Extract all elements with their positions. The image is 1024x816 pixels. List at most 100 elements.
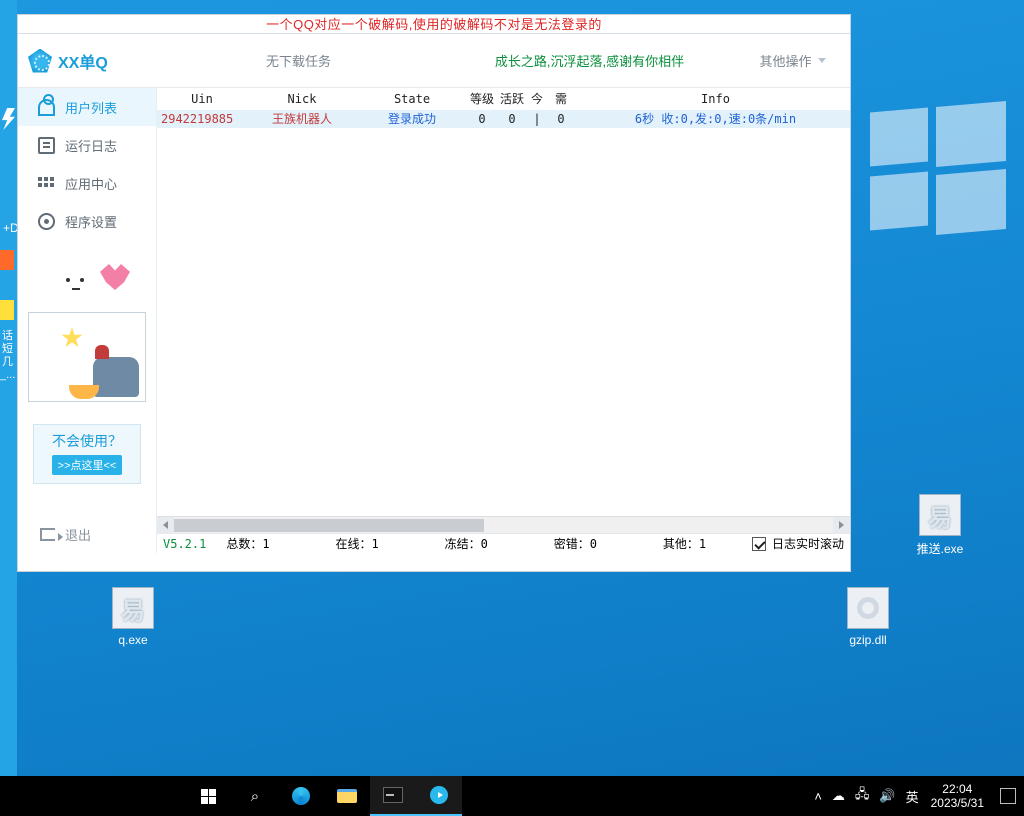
- cell-uin: 2942219885: [157, 110, 247, 128]
- sidebar-item-app-center[interactable]: 应用中心: [18, 164, 156, 202]
- app-logo-icon: [28, 49, 52, 73]
- tray-network-icon[interactable]: 🖧: [855, 785, 870, 807]
- th-today[interactable]: 今: [527, 88, 547, 110]
- folder-icon: [337, 789, 357, 803]
- status-online: 在线：1: [315, 535, 424, 552]
- lightning-icon: [2, 108, 15, 130]
- table-row[interactable]: 2942219885 王族机器人 登录成功 0 0 | 0 6秒 收:0,发:0…: [157, 110, 850, 128]
- other-ops-dropdown[interactable]: 其他操作: [735, 51, 850, 70]
- realtime-scroll-label: 日志实时滚动: [772, 535, 844, 552]
- status-frozen: 冻结：0: [425, 535, 534, 552]
- help-question: 不会使用？: [34, 431, 140, 451]
- scroll-track[interactable]: [174, 517, 833, 534]
- edge-icon: [292, 787, 310, 805]
- gear-icon: [38, 213, 55, 230]
- sidebar-item-run-log[interactable]: 运行日志: [18, 126, 156, 164]
- taskbar-edge[interactable]: [278, 776, 324, 816]
- scroll-thumb[interactable]: [174, 519, 484, 532]
- status-other: 其他：1: [643, 535, 752, 552]
- mascot-heart-icon: [54, 258, 112, 304]
- log-icon: [38, 137, 55, 154]
- tray-ime[interactable]: 英: [906, 787, 919, 806]
- th-info[interactable]: Info: [575, 88, 850, 110]
- mascot-box-icon: [28, 312, 146, 402]
- realtime-scroll-checkbox[interactable]: [752, 537, 766, 551]
- cell-today: |: [527, 110, 547, 128]
- th-nick[interactable]: Nick: [247, 88, 357, 110]
- th-active[interactable]: 活跃: [497, 88, 527, 110]
- exit-button[interactable]: 退出: [18, 516, 157, 553]
- title-mid-right: 成长之路,沉浮起落,感谢有你相伴: [444, 51, 735, 70]
- desktop-icon-label: q.exe: [103, 633, 163, 647]
- system-tray[interactable]: ˄ ☁ 🖧 🔊 英: [810, 785, 922, 807]
- brand: XX单Q: [18, 49, 153, 73]
- taskbar-search-icon[interactable]: ⌕: [232, 776, 278, 816]
- yi-icon: 易: [121, 591, 145, 626]
- clock[interactable]: 22:04 2023/5/31: [923, 782, 992, 810]
- version-label: V5.2.1: [163, 537, 206, 551]
- cell-nick: 王族机器人: [247, 110, 357, 128]
- chevron-down-icon: [818, 58, 826, 63]
- sidebar-item-label: 用户列表: [65, 98, 117, 117]
- cell-info: 6秒 收:0,发:0,速:0条/min: [575, 110, 850, 128]
- exit-icon: [40, 528, 55, 541]
- desktop-icon-label: 推送.exe: [910, 540, 970, 557]
- th-state[interactable]: State: [357, 88, 467, 110]
- dock-bottom-label: 话短 几_...: [0, 330, 15, 382]
- status-pwderr: 密错：0: [534, 535, 643, 552]
- sidebar-item-label: 运行日志: [65, 136, 117, 155]
- table-body-empty: [157, 128, 850, 533]
- other-ops-label: 其他操作: [759, 51, 811, 70]
- left-dock: +D. 话短 几_...: [0, 0, 17, 776]
- cell-state: 登录成功: [357, 110, 467, 128]
- desktop-icon-q-exe[interactable]: 易 q.exe: [103, 587, 163, 647]
- tray-chevron-icon[interactable]: ˄: [814, 789, 822, 804]
- titlebar: XX单Q 无下载任务 成长之路,沉浮起落,感谢有你相伴 其他操作: [18, 34, 850, 88]
- cell-level: 0: [467, 110, 497, 128]
- taskbar-player[interactable]: [416, 776, 462, 816]
- th-need[interactable]: 需: [547, 88, 575, 110]
- tray-volume-icon[interactable]: 🔊: [879, 788, 895, 804]
- exit-label: 退出: [65, 525, 91, 544]
- table-header: Uin Nick State 等级 活跃 今 需 Info: [157, 88, 850, 110]
- notifications-button[interactable]: [1000, 788, 1016, 804]
- cell-need: 0: [547, 110, 575, 128]
- taskbar: ⌕ ˄ ☁ 🖧 🔊 英 22:04 2023/5/31: [0, 776, 1024, 816]
- status-total: 总数：1: [206, 535, 315, 552]
- windows-logo: [870, 104, 1005, 234]
- start-button[interactable]: [184, 776, 232, 816]
- gear-icon: [857, 597, 879, 619]
- grid-icon: [38, 175, 55, 192]
- desktop-icon-label: gzip.dll: [838, 633, 898, 647]
- terminal-icon: [383, 787, 403, 803]
- desktop-icon-push-exe[interactable]: 易 推送.exe: [910, 494, 970, 557]
- tray-onedrive-icon[interactable]: ☁: [832, 788, 845, 804]
- dock-chip-2[interactable]: [0, 300, 14, 320]
- user-icon: [38, 99, 55, 116]
- brand-text: XX单Q: [58, 49, 108, 73]
- scroll-left-button[interactable]: [157, 517, 174, 534]
- help-box[interactable]: 不会使用？ >>点这里<<: [33, 424, 141, 484]
- yi-icon: 易: [928, 498, 952, 533]
- warning-banner: 一个QQ对应一个破解码,使用的破解码不对是无法登录的: [18, 15, 850, 34]
- play-icon: [430, 786, 448, 804]
- app-window: 一个QQ对应一个破解码,使用的破解码不对是无法登录的 XX单Q 无下载任务 成长…: [17, 14, 851, 572]
- cell-active: 0: [497, 110, 527, 128]
- desktop: +D. 话短 几_... 易 q.exe 易 推送.exe gzip.dll 一…: [0, 0, 1024, 816]
- title-mid-left: 无下载任务: [153, 51, 444, 70]
- help-button[interactable]: >>点这里<<: [52, 455, 123, 475]
- horizontal-scrollbar[interactable]: [157, 516, 850, 533]
- desktop-icon-gzip-dll[interactable]: gzip.dll: [838, 587, 898, 647]
- main-panel: Uin Nick State 等级 活跃 今 需 Info 2942219885…: [157, 88, 850, 553]
- taskbar-terminal[interactable]: [370, 776, 416, 816]
- dock-chip-1[interactable]: [0, 250, 14, 270]
- sidebar-item-label: 应用中心: [65, 174, 117, 193]
- clock-time: 22:04: [931, 782, 984, 796]
- sidebar-item-settings[interactable]: 程序设置: [18, 202, 156, 240]
- sidebar-item-user-list[interactable]: 用户列表: [18, 88, 156, 126]
- taskbar-explorer[interactable]: [324, 776, 370, 816]
- th-level[interactable]: 等级: [467, 88, 497, 110]
- th-uin[interactable]: Uin: [157, 88, 247, 110]
- sidebar-item-label: 程序设置: [65, 212, 117, 231]
- scroll-right-button[interactable]: [833, 517, 850, 534]
